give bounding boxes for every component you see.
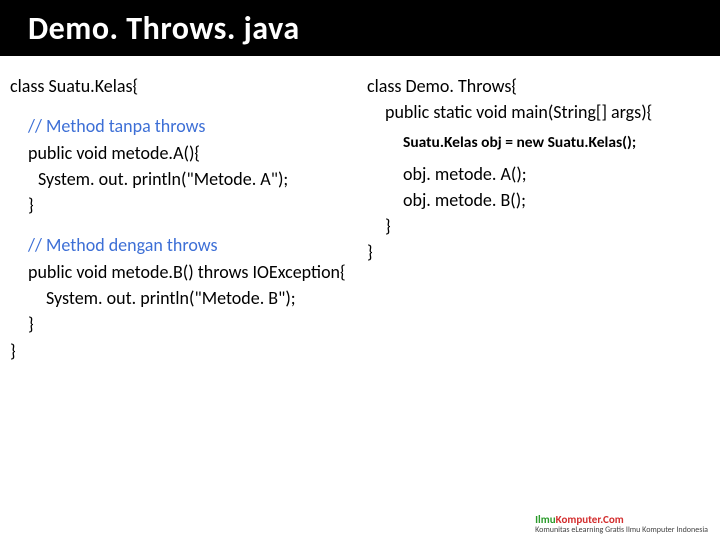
code-line: Suatu.Kelas obj = new Suatu.Kelas();	[403, 133, 712, 154]
code-comment: // Method dengan throws	[28, 233, 355, 257]
code-line: public void metode.A(){	[28, 141, 355, 165]
title-bar: Demo. Throws. java	[0, 0, 720, 56]
code-line: System. out. println("Metode. B");	[46, 286, 355, 310]
code-line: public void metode.B() throws IOExceptio…	[28, 260, 355, 284]
slide-content: class Suatu.Kelas{ // Method tanpa throw…	[0, 56, 720, 508]
code-line: class Demo. Throws{	[367, 74, 712, 98]
code-line: System. out. println("Metode. A");	[38, 167, 355, 191]
code-line: }	[385, 214, 712, 238]
footer-logo: IlmuKomputer.Com Komunitas eLearning Gra…	[535, 513, 708, 534]
code-line: }	[28, 312, 355, 336]
code-line: obj. metode. A();	[403, 162, 712, 186]
code-line: obj. metode. B();	[403, 188, 712, 212]
code-comment: // Method tanpa throws	[28, 114, 355, 138]
page-title: Demo. Throws. java	[28, 9, 300, 48]
code-line: }	[367, 240, 712, 264]
code-line: class Suatu.Kelas{	[10, 74, 355, 98]
code-line: }	[28, 193, 355, 217]
logo-subtitle: Komunitas eLearning Gratis Ilmu Komputer…	[535, 526, 708, 534]
code-line: }	[10, 339, 355, 363]
code-line: public static void main(String[] args){	[385, 100, 712, 124]
code-column-left: class Suatu.Kelas{ // Method tanpa throw…	[10, 74, 361, 508]
code-column-right: class Demo. Throws{ public static void m…	[361, 74, 712, 508]
